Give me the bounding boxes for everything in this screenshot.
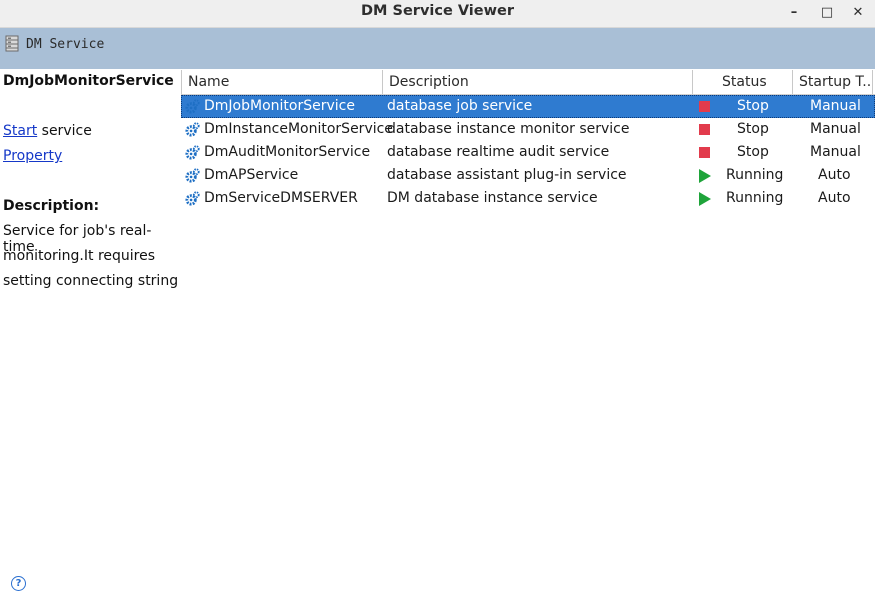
property-link[interactable]: Property [3,148,62,164]
minimize-button[interactable]: – [783,2,805,24]
description-line: monitoring.It requires [3,248,156,264]
service-name: DmJobMonitorService [204,98,355,114]
description-heading: Description: [3,198,100,214]
start-service-line: Start service [3,123,92,139]
services-table: Name Description Status Startup T... DmJ… [181,70,875,210]
service-startup-type: Manual [810,121,861,137]
table-row[interactable]: DmAPService database assistant plug-in s… [181,164,875,187]
service-status: Stop [737,121,769,137]
start-service-suffix: service [37,123,92,139]
running-icon [699,192,711,206]
column-header-name[interactable]: Name [181,70,383,94]
stop-icon [699,101,710,112]
service-name: DmServiceDMSERVER [204,190,358,206]
gear-icon [185,191,200,206]
service-description: DM database instance service [387,190,598,206]
service-status: Running [726,167,784,183]
service-description: database job service [387,98,533,114]
stop-icon [699,147,710,158]
gear-icon [185,99,200,114]
maximize-button[interactable]: □ [816,2,838,24]
toolbar-label[interactable]: DM Service [26,37,104,52]
title-bar: DM Service Viewer – □ ✕ [0,0,875,28]
close-button[interactable]: ✕ [847,2,869,24]
column-header-description[interactable]: Description [383,70,693,94]
running-icon [699,169,711,183]
service-description: database realtime audit service [387,144,610,160]
service-name: DmAPService [204,167,299,183]
database-icon [5,35,19,52]
property-line: Property [3,148,62,164]
service-description: database instance monitor service [387,121,630,137]
service-status: Stop [737,144,769,160]
service-startup-type: Manual [810,98,861,114]
service-status: Running [726,190,784,206]
stop-icon [699,124,710,135]
service-startup-type: Auto [818,167,851,183]
service-details-panel: DmJobMonitorService Start service Proper… [0,69,181,596]
table-row[interactable]: DmInstanceMonitorService database instan… [181,118,875,141]
selected-service-title: DmJobMonitorService [3,73,174,89]
help-icon[interactable]: ? [11,576,26,591]
table-row[interactable]: DmAuditMonitorService database realtime … [181,141,875,164]
column-header-status[interactable]: Status [693,70,793,94]
table-row[interactable]: DmJobMonitorService database job service… [181,95,875,118]
column-header-startup-type[interactable]: Startup T... [793,70,873,94]
table-row[interactable]: DmServiceDMSERVER DM database instance s… [181,187,875,210]
service-name: DmAuditMonitorService [204,144,371,160]
service-startup-type: Auto [818,190,851,206]
service-description: database assistant plug-in service [387,167,627,183]
service-name: DmInstanceMonitorService [204,121,393,137]
service-toolbar: DM Service [0,28,875,69]
table-header: Name Description Status Startup T... [181,70,875,95]
window-title: DM Service Viewer [361,3,514,19]
service-status: Stop [737,98,769,114]
start-service-link[interactable]: Start [3,123,37,139]
gear-icon [185,145,200,160]
description-line: setting connecting string [3,273,179,289]
gear-icon [185,122,200,137]
gear-icon [185,168,200,183]
service-startup-type: Manual [810,144,861,160]
